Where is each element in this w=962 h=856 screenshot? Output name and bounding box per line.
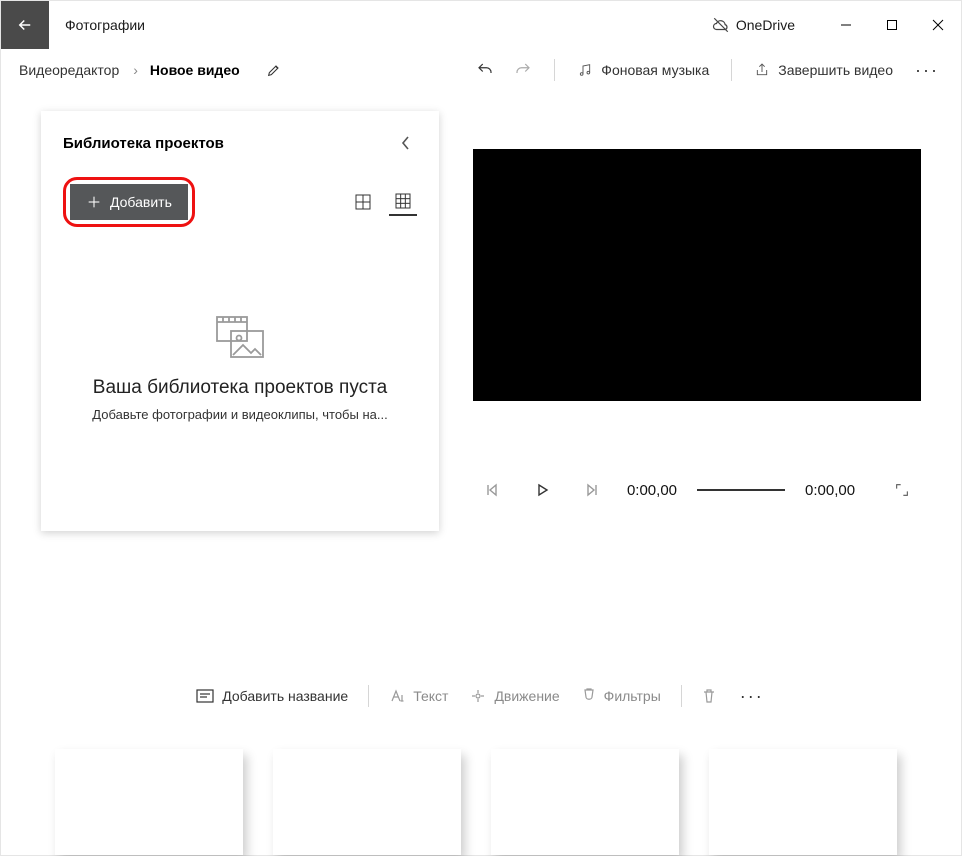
video-preview[interactable]: [473, 149, 921, 401]
library-empty-heading: Ваша библиотека проектов пуста: [93, 377, 387, 399]
rename-button[interactable]: [258, 58, 290, 82]
project-name[interactable]: Новое видео: [146, 58, 244, 82]
titlebar: Фотографии OneDrive: [1, 1, 961, 49]
app-title: Фотографии: [65, 17, 145, 33]
chevron-right-icon: ›: [129, 62, 142, 78]
view-small-grid-button[interactable]: [389, 188, 417, 216]
plus-icon: [86, 194, 102, 210]
window-controls: [823, 1, 961, 49]
storyboard-more-button[interactable]: ···: [730, 682, 774, 711]
storyboard-toolbar: Добавить название Текст Движение Фильтры…: [1, 673, 961, 719]
maximize-button[interactable]: [869, 1, 915, 49]
library-empty-state: Ваша библиотека проектов пуста Добавьте …: [63, 227, 417, 509]
text-icon: [389, 689, 405, 703]
play-button[interactable]: [527, 475, 557, 505]
filters-label: Фильтры: [604, 688, 661, 704]
library-title: Библиотека проектов: [63, 135, 224, 152]
close-button[interactable]: [915, 1, 961, 49]
more-button[interactable]: ···: [905, 56, 949, 85]
command-bar: Видеоредактор › Новое видео Фоновая музы…: [1, 49, 961, 91]
music-icon: [577, 62, 593, 78]
pencil-icon: [266, 62, 282, 78]
storyboard[interactable]: [1, 719, 961, 855]
filters-button[interactable]: Фильтры: [574, 684, 669, 708]
text-button[interactable]: Текст: [381, 684, 456, 708]
main-area: Библиотека проектов Добавить: [1, 91, 961, 659]
finish-video-label: Завершить видео: [778, 62, 893, 78]
preview-pane: 0:00,00 0:00,00: [447, 91, 961, 659]
clip-slot[interactable]: [273, 749, 461, 855]
text-label: Текст: [413, 688, 448, 704]
cloud-icon: [712, 16, 730, 34]
library-panel: Библиотека проектов Добавить: [41, 111, 439, 531]
add-title-card-button[interactable]: Добавить название: [188, 684, 356, 708]
onedrive-label: OneDrive: [736, 17, 795, 33]
view-large-grid-button[interactable]: [349, 188, 377, 216]
clip-slot[interactable]: [709, 749, 897, 855]
background-music-label: Фоновая музыка: [601, 62, 709, 78]
filters-icon: [582, 688, 596, 704]
undo-button[interactable]: [468, 57, 502, 83]
back-button[interactable]: [1, 1, 49, 49]
highlight-ring: Добавить: [63, 177, 195, 227]
title-card-icon: [196, 689, 214, 703]
motion-button[interactable]: Движение: [462, 684, 567, 708]
library-empty-subtext: Добавьте фотографии и видеоклипы, чтобы …: [92, 407, 387, 422]
fullscreen-button[interactable]: [887, 475, 917, 505]
breadcrumb-video-editor[interactable]: Видеоредактор: [13, 58, 125, 82]
motion-icon: [470, 688, 486, 704]
add-title-card-label: Добавить название: [222, 688, 348, 704]
clip-slot[interactable]: [491, 749, 679, 855]
player-controls: 0:00,00 0:00,00: [473, 475, 921, 505]
seek-track[interactable]: [697, 489, 785, 491]
collapse-library-button[interactable]: [395, 129, 417, 157]
clip-slot[interactable]: [55, 749, 243, 855]
export-icon: [754, 62, 770, 78]
finish-video-button[interactable]: Завершить видео: [746, 58, 901, 82]
add-media-button[interactable]: Добавить: [70, 184, 188, 220]
next-frame-button[interactable]: [577, 475, 607, 505]
current-time: 0:00,00: [627, 482, 677, 499]
motion-label: Движение: [494, 688, 559, 704]
minimize-button[interactable]: [823, 1, 869, 49]
media-library-icon: [215, 315, 265, 359]
prev-frame-button[interactable]: [477, 475, 507, 505]
delete-clip-button[interactable]: [694, 684, 724, 708]
redo-button[interactable]: [506, 57, 540, 83]
background-music-button[interactable]: Фоновая музыка: [569, 58, 717, 82]
add-media-label: Добавить: [110, 194, 172, 210]
total-time: 0:00,00: [805, 482, 855, 499]
onedrive-button[interactable]: OneDrive: [712, 16, 795, 34]
